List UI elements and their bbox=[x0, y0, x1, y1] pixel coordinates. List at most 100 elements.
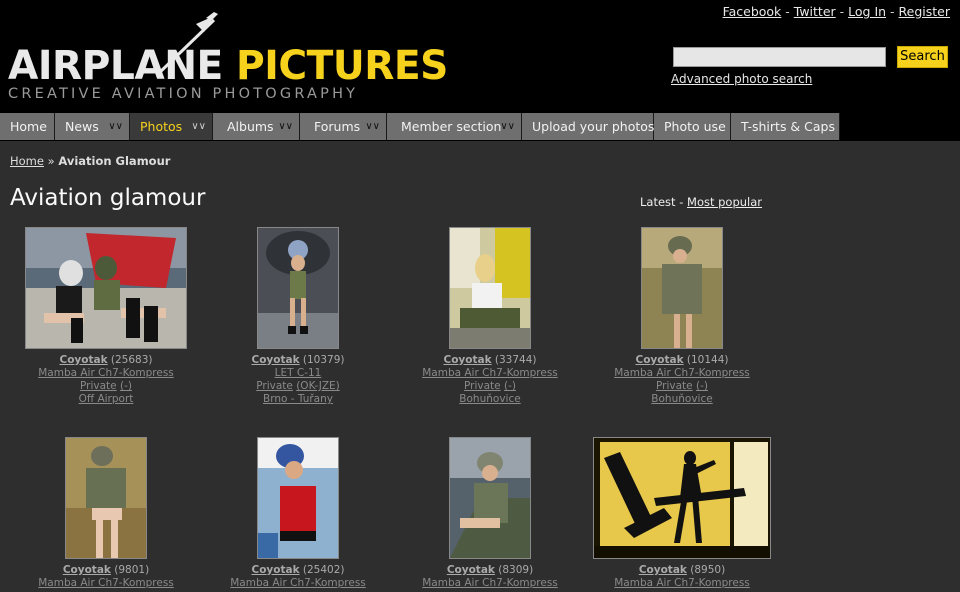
photo-card: Coyotak (33744) Mamba Air Ch7-Kompress P… bbox=[395, 227, 585, 406]
view-count: (10144) bbox=[686, 354, 729, 366]
login-link[interactable]: Log In bbox=[848, 4, 886, 19]
view-count: (9801) bbox=[114, 564, 150, 576]
view-count: (25402) bbox=[302, 564, 345, 576]
aircraft-link[interactable]: Mamba Air Ch7-Kompress bbox=[422, 577, 558, 589]
photo-thumbnail[interactable] bbox=[449, 437, 531, 559]
logo-word-airplane: AIRPLANE bbox=[8, 43, 223, 89]
regcode-link[interactable]: (OK-JZE) bbox=[296, 380, 340, 392]
photo-meta: Coyotak (33744) Mamba Air Ch7-Kompress P… bbox=[395, 354, 585, 406]
aircraft-link[interactable]: Mamba Air Ch7-Kompress bbox=[614, 577, 750, 589]
photo-image bbox=[258, 228, 338, 348]
photo-card: Coyotak (25683) Mamba Air Ch7-Kompress P… bbox=[11, 227, 201, 406]
main-nav: Home News ∨∨ Photos ∨∨ Albums ∨∨ Forums ∨∨ M… bbox=[0, 112, 960, 141]
photo-author-link[interactable]: Coyotak bbox=[63, 564, 111, 576]
logo-wordmark: AIRPLANE PICTURES bbox=[8, 46, 448, 86]
photo-meta: Coyotak (25402) Mamba Air Ch7-Kompress bbox=[203, 564, 393, 590]
photo-author-link[interactable]: Coyotak bbox=[59, 354, 107, 366]
chevron-down-icon[interactable]: ∨∨ bbox=[108, 113, 123, 140]
aircraft-link[interactable]: LET C-11 bbox=[275, 367, 322, 379]
site-logo[interactable]: AIRPLANE PICTURES CREATIVE AVIATION PHOT… bbox=[6, 6, 448, 104]
photo-image bbox=[258, 438, 338, 558]
search-input[interactable] bbox=[673, 47, 886, 67]
view-count: (10379) bbox=[302, 354, 345, 366]
chevron-down-icon[interactable]: ∨∨ bbox=[365, 113, 380, 140]
site-header: Facebook - Twitter - Log In - Register A… bbox=[0, 0, 960, 112]
photo-card: Coyotak (10144) Mamba Air Ch7-Kompress P… bbox=[587, 227, 777, 406]
photo-author-link[interactable]: Coyotak bbox=[251, 354, 299, 366]
breadcrumb-home-link[interactable]: Home bbox=[10, 154, 44, 168]
photo-thumbnail[interactable] bbox=[593, 437, 771, 559]
regcode-link[interactable]: (-) bbox=[120, 380, 132, 392]
chevron-down-icon[interactable]: ∨∨ bbox=[191, 113, 206, 140]
nav-photos[interactable]: Photos ∨∨ bbox=[130, 113, 213, 140]
view-count: (8309) bbox=[498, 564, 534, 576]
photo-author-link[interactable]: Coyotak bbox=[635, 354, 683, 366]
photo-image bbox=[26, 228, 186, 348]
registration-link[interactable]: Private bbox=[656, 380, 693, 392]
logo-tagline: CREATIVE AVIATION PHOTOGRAPHY bbox=[8, 86, 359, 102]
photo-card: Coyotak (8950) Mamba Air Ch7-Kompress bbox=[587, 437, 777, 590]
photo-thumbnail[interactable] bbox=[65, 437, 147, 559]
view-count: (25683) bbox=[110, 354, 153, 366]
nav-tshirts-caps[interactable]: T-shirts & Caps bbox=[731, 113, 840, 140]
registration-link[interactable]: Private bbox=[80, 380, 117, 392]
breadcrumb-current: Aviation Glamour bbox=[58, 154, 171, 168]
twitter-link[interactable]: Twitter bbox=[794, 4, 836, 19]
aircraft-link[interactable]: Mamba Air Ch7-Kompress bbox=[614, 367, 750, 379]
facebook-link[interactable]: Facebook bbox=[723, 4, 782, 19]
photo-author-link[interactable]: Coyotak bbox=[251, 564, 299, 576]
photo-meta: Coyotak (10379) LET C-11 Private (OK-JZE… bbox=[203, 354, 393, 406]
photo-author-link[interactable]: Coyotak bbox=[447, 564, 495, 576]
aircraft-link[interactable]: Mamba Air Ch7-Kompress bbox=[38, 577, 174, 589]
nav-member-section[interactable]: Member section ∨∨ bbox=[387, 113, 522, 140]
photo-thumbnail[interactable] bbox=[641, 227, 723, 349]
aircraft-link[interactable]: Mamba Air Ch7-Kompress bbox=[38, 367, 174, 379]
regcode-link[interactable]: (-) bbox=[696, 380, 708, 392]
photo-card: Coyotak (8309) Mamba Air Ch7-Kompress bbox=[395, 437, 585, 590]
nav-upload-photos[interactable]: Upload your photos bbox=[522, 113, 654, 140]
photo-image bbox=[450, 228, 530, 348]
photo-card: Coyotak (9801) Mamba Air Ch7-Kompress bbox=[11, 437, 201, 590]
breadcrumb: Home » Aviation Glamour bbox=[10, 154, 171, 168]
aircraft-link[interactable]: Mamba Air Ch7-Kompress bbox=[422, 367, 558, 379]
photo-meta: Coyotak (8309) Mamba Air Ch7-Kompress bbox=[395, 564, 585, 590]
photo-card: Coyotak (10379) LET C-11 Private (OK-JZE… bbox=[203, 227, 393, 406]
regcode-link[interactable]: (-) bbox=[504, 380, 516, 392]
photo-image bbox=[594, 438, 770, 558]
registration-link[interactable]: Private bbox=[464, 380, 501, 392]
photo-meta: Coyotak (10144) Mamba Air Ch7-Kompress P… bbox=[587, 354, 777, 406]
registration-link[interactable]: Private bbox=[256, 380, 293, 392]
photo-image bbox=[66, 438, 146, 558]
view-count: (33744) bbox=[494, 354, 537, 366]
register-link[interactable]: Register bbox=[899, 4, 950, 19]
photo-author-link[interactable]: Coyotak bbox=[639, 564, 687, 576]
location-link[interactable]: Brno - Tuřany bbox=[263, 393, 333, 405]
sort-most-popular-link[interactable]: Most popular bbox=[687, 195, 762, 209]
chevron-down-icon[interactable]: ∨∨ bbox=[278, 113, 293, 140]
location-link[interactable]: Off Airport bbox=[79, 393, 134, 405]
location-link[interactable]: Bohuňovice bbox=[651, 393, 712, 405]
location-link[interactable]: Bohuňovice bbox=[459, 393, 520, 405]
photo-meta: Coyotak (9801) Mamba Air Ch7-Kompress bbox=[11, 564, 201, 590]
nav-photo-use[interactable]: Photo use bbox=[654, 113, 731, 140]
search-button[interactable]: Search bbox=[897, 46, 948, 68]
photo-thumbnail[interactable] bbox=[449, 227, 531, 349]
photo-thumbnail[interactable] bbox=[257, 437, 339, 559]
photo-thumbnail[interactable] bbox=[25, 227, 187, 349]
nav-albums[interactable]: Albums ∨∨ bbox=[213, 113, 300, 140]
sort-options: Latest - Most popular bbox=[640, 195, 763, 209]
advanced-search-link[interactable]: Advanced photo search bbox=[671, 72, 812, 86]
top-links: Facebook - Twitter - Log In - Register bbox=[722, 4, 950, 19]
photo-card: Coyotak (25402) Mamba Air Ch7-Kompress bbox=[203, 437, 393, 590]
photo-meta: Coyotak (8950) Mamba Air Ch7-Kompress bbox=[587, 564, 777, 590]
photo-thumbnail[interactable] bbox=[257, 227, 339, 349]
page-title: Aviation glamour bbox=[10, 185, 206, 211]
chevron-down-icon[interactable]: ∨∨ bbox=[500, 113, 515, 140]
nav-home[interactable]: Home bbox=[0, 113, 55, 140]
nav-forums[interactable]: Forums ∨∨ bbox=[300, 113, 387, 140]
nav-news[interactable]: News ∨∨ bbox=[55, 113, 130, 140]
aircraft-link[interactable]: Mamba Air Ch7-Kompress bbox=[230, 577, 366, 589]
photo-meta: Coyotak (25683) Mamba Air Ch7-Kompress P… bbox=[11, 354, 201, 406]
logo-word-pictures: PICTURES bbox=[235, 43, 448, 89]
photo-author-link[interactable]: Coyotak bbox=[443, 354, 491, 366]
